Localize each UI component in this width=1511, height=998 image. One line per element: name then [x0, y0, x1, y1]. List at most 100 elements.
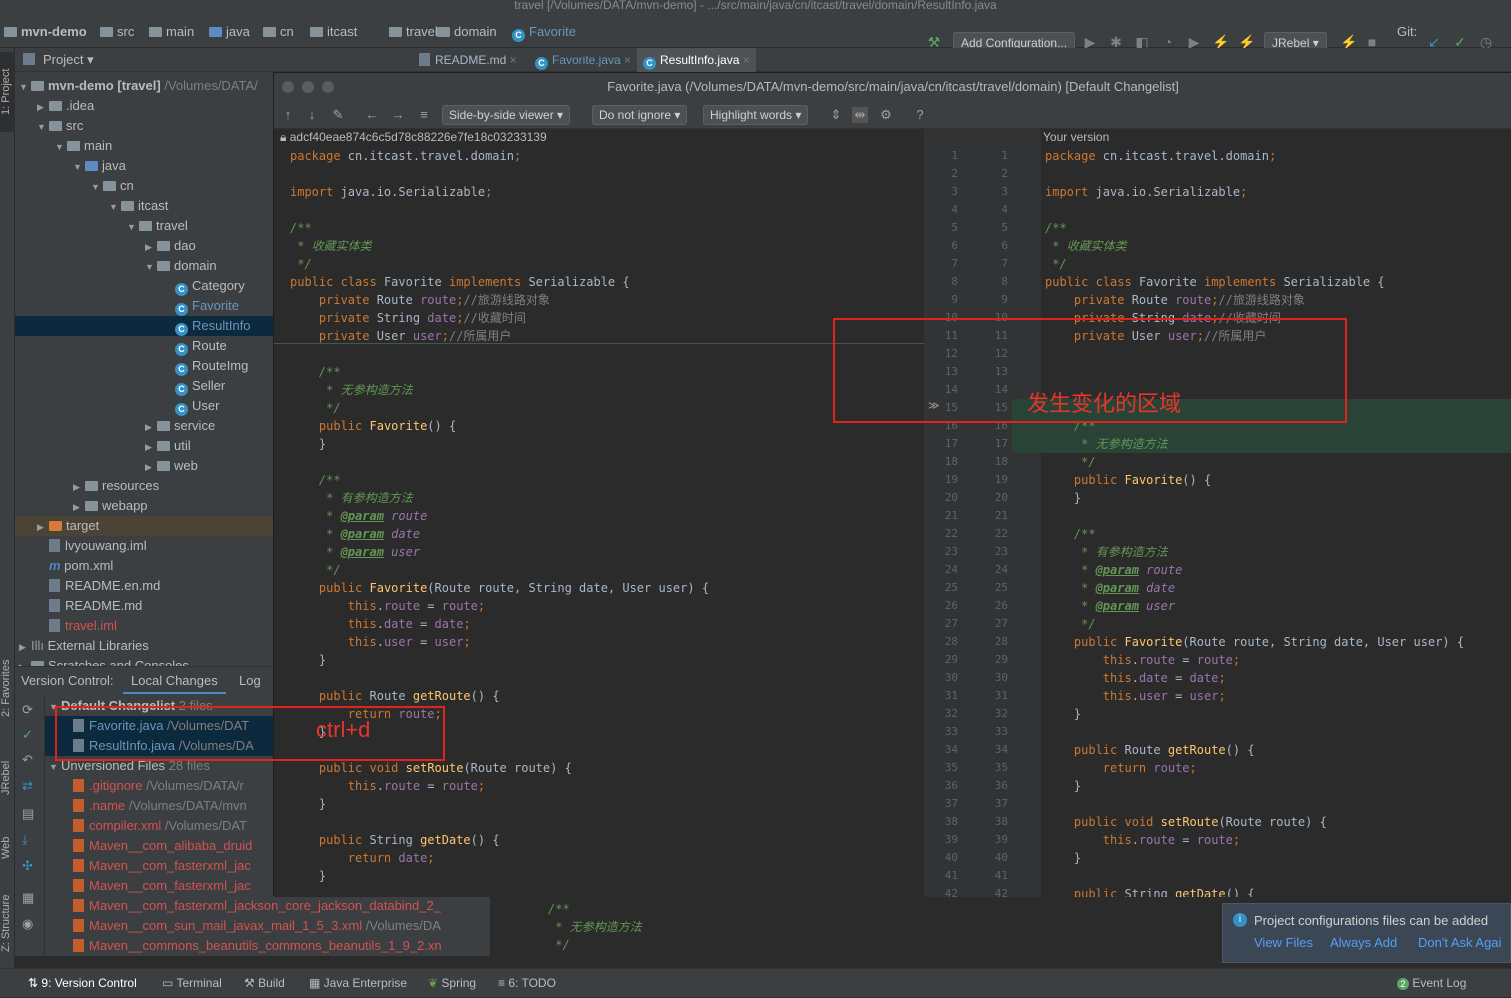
tab-spring[interactable]: ❦ Spring: [428, 969, 476, 998]
changelist-icon[interactable]: ▤: [22, 806, 34, 822]
expand-icon[interactable]: ✣: [22, 858, 33, 874]
tree-item[interactable]: ▶ web: [15, 456, 273, 476]
tree-item[interactable]: ▶ webapp: [15, 496, 273, 516]
favorites-tool-tab[interactable]: 2: Favorites: [0, 648, 15, 728]
tab-todo[interactable]: ≡ 6: TODO: [498, 969, 556, 998]
tree-item[interactable]: C ResultInfo: [15, 316, 273, 336]
breadcrumb-item[interactable]: main: [149, 12, 194, 48]
tab-version-control[interactable]: ⇅ 9: Version Control: [28, 969, 137, 998]
breadcrumb-item[interactable]: java: [209, 12, 250, 48]
tree-item[interactable]: C Seller: [15, 376, 273, 396]
tab-log[interactable]: Log: [231, 667, 269, 695]
view-files-link[interactable]: View Files: [1254, 935, 1313, 950]
tree-item[interactable]: ▼ itcast: [15, 196, 273, 216]
viewer-dropdown[interactable]: Side-by-side viewer ▾: [442, 105, 571, 125]
expanded-arrow-icon[interactable]: ▼: [55, 137, 67, 157]
diff-icon[interactable]: ⇄: [22, 778, 33, 794]
collapsed-arrow-icon[interactable]: ▶: [145, 437, 157, 457]
tree-item[interactable]: travel.iml: [15, 616, 273, 636]
tree-item[interactable]: C User: [15, 396, 273, 416]
tab-event-log[interactable]: 2 Event Log: [1397, 969, 1466, 998]
tree-item[interactable]: ▶ Scratches and Consoles: [15, 656, 273, 666]
expanded-arrow-icon[interactable]: ▼: [19, 77, 31, 97]
tree-item[interactable]: C RouteImg: [15, 356, 273, 376]
expanded-arrow-icon[interactable]: ▼: [127, 217, 139, 237]
breadcrumb-item[interactable]: mvn-demo: [4, 12, 87, 48]
close-tab-icon[interactable]: ×: [506, 53, 517, 67]
prev-diff-icon[interactable]: ↑: [280, 107, 296, 123]
breadcrumb-item[interactable]: C Favorite: [512, 12, 576, 48]
breadcrumb-item[interactable]: travel: [389, 12, 438, 48]
settings-gear-icon[interactable]: ⚙: [878, 107, 894, 123]
collapsed-arrow-icon[interactable]: ▶: [145, 457, 157, 477]
tree-item[interactable]: ▼ cn: [15, 176, 273, 196]
tree-item[interactable]: README.en.md: [15, 576, 273, 596]
expanded-arrow-icon[interactable]: ▼: [109, 197, 121, 217]
project-tool-tab[interactable]: 1: Project: [0, 52, 15, 132]
structure-tool-tab[interactable]: Z: Structure: [0, 883, 15, 963]
tab-terminal[interactable]: ▭ Terminal: [162, 969, 222, 998]
tree-item[interactable]: ▶ dao: [15, 236, 273, 256]
collapsed-arrow-icon[interactable]: ▶: [37, 97, 49, 117]
tree-item[interactable]: ▼ src: [15, 116, 273, 136]
breadcrumb-item[interactable]: itcast: [310, 12, 357, 48]
tree-item[interactable]: ▶ target: [15, 516, 273, 536]
collapsed-arrow-icon[interactable]: ▶: [145, 237, 157, 257]
refresh-icon[interactable]: ⟳: [22, 702, 33, 718]
list-icon[interactable]: ≡: [416, 107, 432, 123]
rollback-icon[interactable]: ↶: [22, 752, 33, 768]
collapsed-arrow-icon[interactable]: ▶: [19, 637, 31, 657]
collapsed-arrow-icon[interactable]: ▶: [73, 477, 85, 497]
breadcrumb-item[interactable]: cn: [263, 12, 294, 48]
tree-item[interactable]: C Favorite: [15, 296, 273, 316]
sync-scroll-icon[interactable]: ⇹: [852, 107, 868, 123]
changed-file[interactable]: Maven__com_fasterxml_jackson_core_jackso…: [45, 896, 490, 916]
tree-item[interactable]: ▼ mvn-demo [travel] /Volumes/DATA/: [15, 76, 273, 96]
close-dot-icon[interactable]: [282, 81, 294, 93]
forward-arrow-icon[interactable]: →: [390, 107, 406, 123]
collapsed-arrow-icon[interactable]: ▶: [145, 417, 157, 437]
tree-item[interactable]: C Route: [15, 336, 273, 356]
expanded-arrow-icon[interactable]: ▼: [91, 177, 103, 197]
minimize-dot-icon[interactable]: [302, 81, 314, 93]
tree-item[interactable]: ▶ Illı External Libraries: [15, 636, 273, 656]
collapsed-arrow-icon[interactable]: ▶: [37, 517, 49, 537]
zoom-dot-icon[interactable]: [322, 81, 334, 93]
help-icon[interactable]: ?: [912, 107, 928, 123]
shelve-icon[interactable]: ⤓: [22, 832, 28, 848]
close-tab-icon[interactable]: ×: [739, 53, 750, 67]
commit-icon[interactable]: ✓: [22, 727, 33, 743]
group-icon[interactable]: ▦: [22, 890, 34, 906]
back-arrow-icon[interactable]: ←: [364, 107, 380, 123]
web-tool-tab[interactable]: Web: [0, 823, 15, 873]
expanded-arrow-icon[interactable]: ▼: [145, 257, 157, 277]
tree-item[interactable]: C Category: [15, 276, 273, 296]
dont-ask-link[interactable]: Don't Ask Agai: [1418, 935, 1501, 950]
close-tab-icon[interactable]: ×: [621, 53, 631, 67]
collapsed-arrow-icon[interactable]: ▶: [73, 497, 85, 517]
tree-item[interactable]: ▶ util: [15, 436, 273, 456]
tree-item[interactable]: ▼ main: [15, 136, 273, 156]
tree-item[interactable]: ▼ domain: [15, 256, 273, 276]
edit-icon[interactable]: ✎: [330, 107, 346, 123]
changed-file[interactable]: Maven__com_sun_mail_javax_mail_1_5_3.xml…: [45, 916, 490, 936]
editor-tab[interactable]: README.md ×: [413, 48, 523, 72]
next-diff-icon[interactable]: ↓: [304, 107, 320, 123]
tree-item[interactable]: ▶ resources: [15, 476, 273, 496]
project-view-selector[interactable]: Project ▾: [43, 48, 94, 72]
tab-build[interactable]: ⚒ Build: [244, 969, 285, 998]
breadcrumb-item[interactable]: domain: [437, 12, 497, 48]
editor-tab[interactable]: C Favorite.java ×: [529, 48, 637, 72]
tree-item[interactable]: m pom.xml: [15, 556, 273, 576]
collapsed-arrow-icon[interactable]: ▶: [19, 657, 31, 666]
tree-item[interactable]: ▶ .idea: [15, 96, 273, 116]
tree-item[interactable]: ▶ service: [15, 416, 273, 436]
jrebel-tool-tab[interactable]: JRebel: [0, 748, 15, 808]
expanded-arrow-icon[interactable]: ▼: [73, 157, 85, 177]
editor-tab[interactable]: C ResultInfo.java ×: [637, 48, 756, 72]
always-add-link[interactable]: Always Add: [1330, 935, 1397, 950]
ignore-dropdown[interactable]: Do not ignore ▾: [592, 105, 688, 125]
preview-eye-icon[interactable]: ◉: [22, 916, 33, 932]
tab-local-changes[interactable]: Local Changes: [123, 667, 226, 695]
tree-item[interactable]: lvyouwang.iml: [15, 536, 273, 556]
